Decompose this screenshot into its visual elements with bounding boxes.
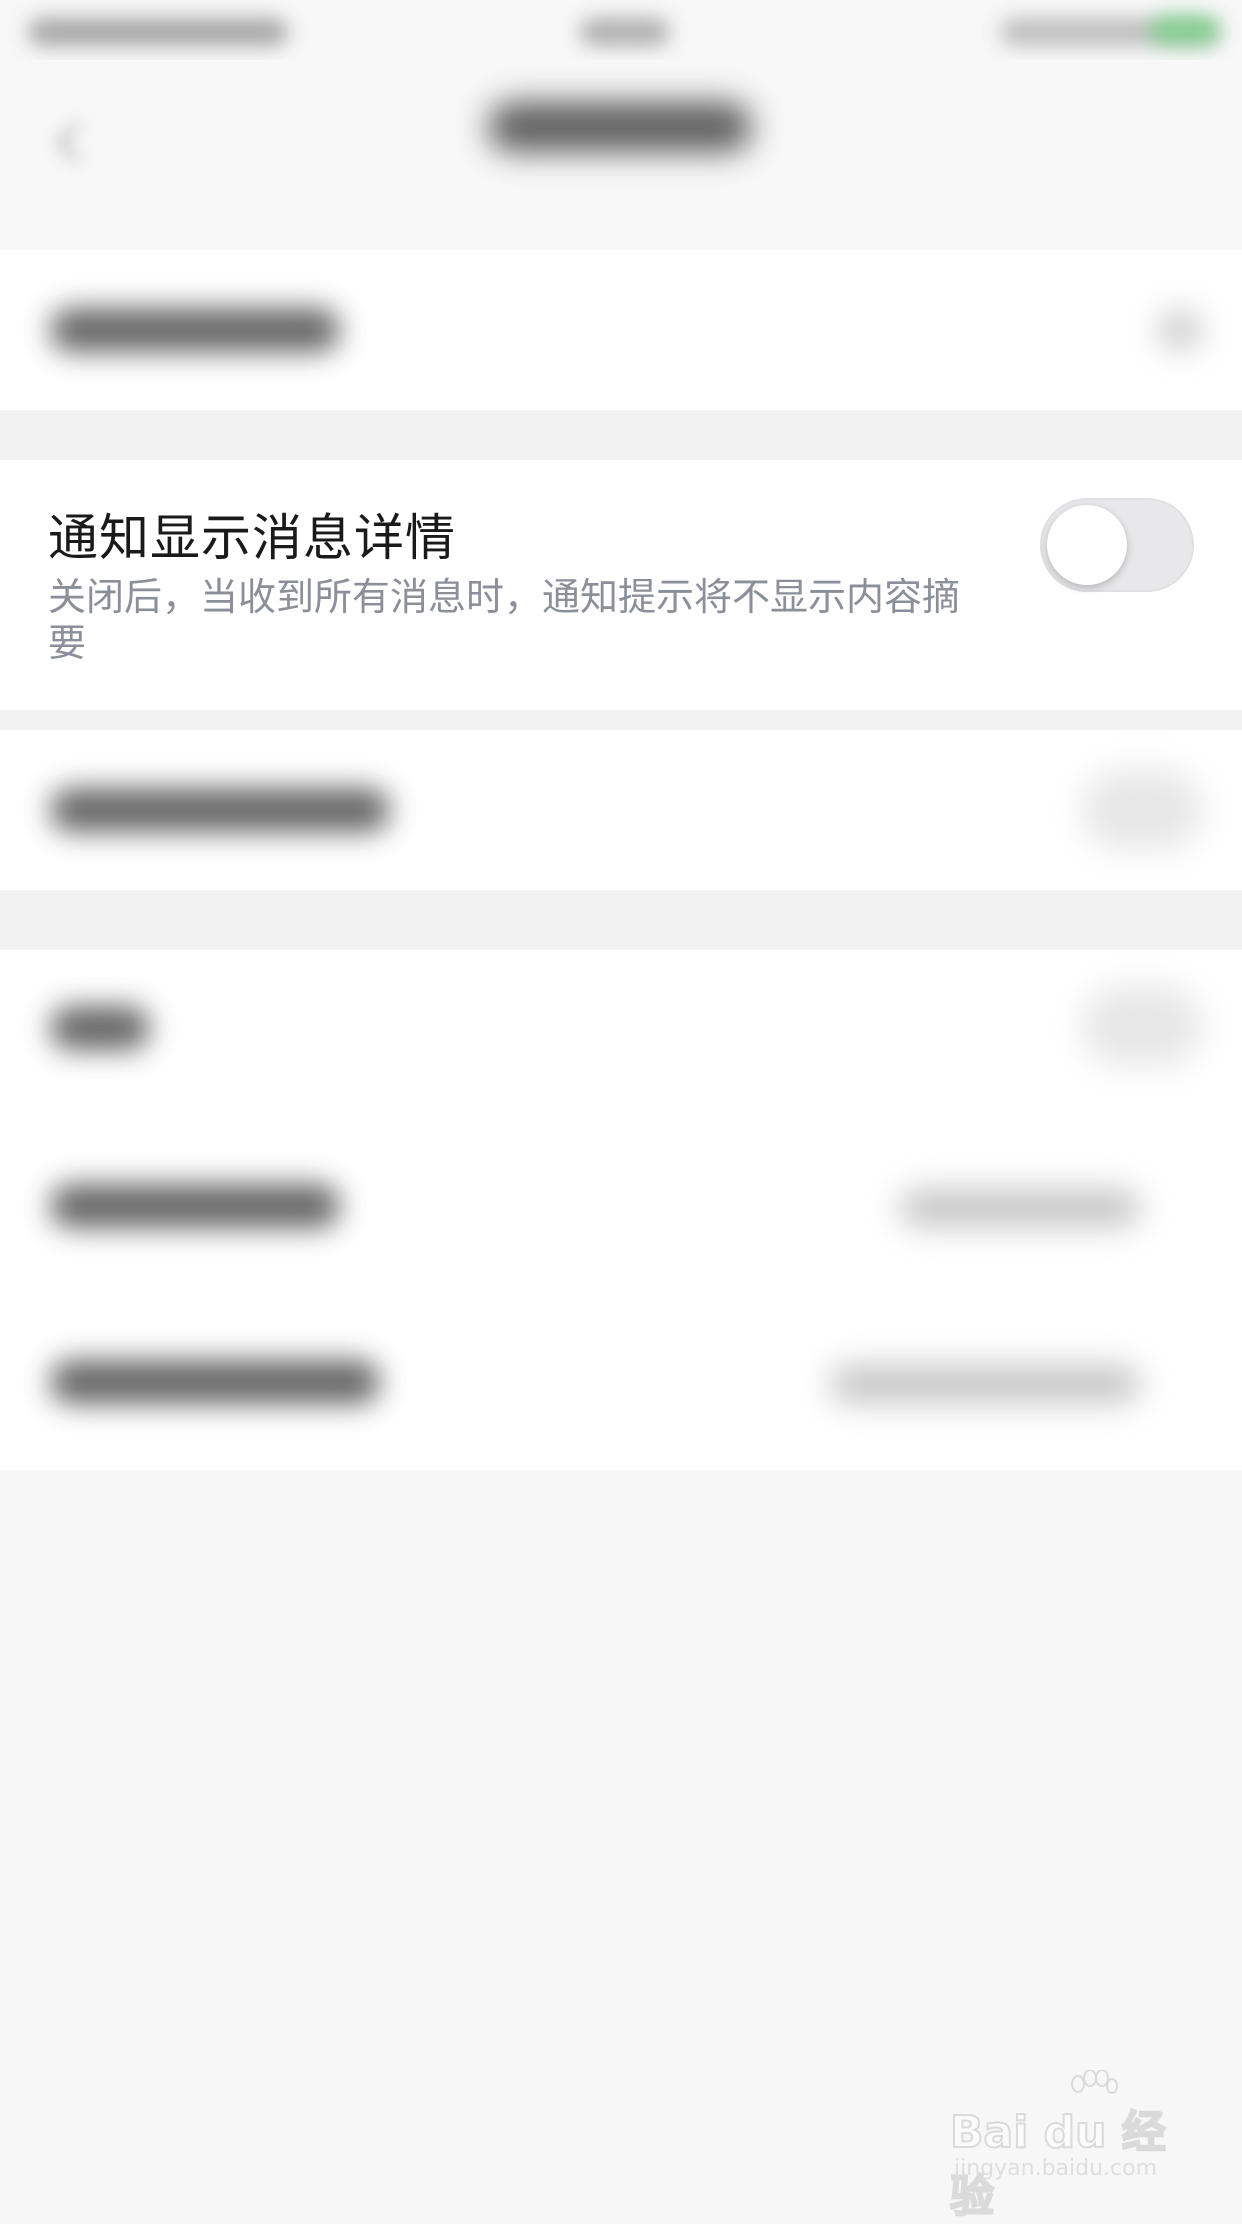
settings-row-1-chevron-icon xyxy=(1160,312,1200,348)
section-gap xyxy=(0,410,1242,460)
back-arrow-icon[interactable] xyxy=(50,108,90,178)
section-gap xyxy=(0,710,1242,730)
settings-row-5-label xyxy=(50,1360,380,1404)
baidu-jingyan-watermark: Bai du 经验 jingyan.baidu.com xyxy=(949,2070,1190,2223)
settings-row-4[interactable] xyxy=(0,1110,1242,1300)
settings-row-1-label xyxy=(50,308,340,352)
notification-detail-row: 通知显示消息详情 关闭后，当收到所有消息时，通知提示将不显示内容摘要 xyxy=(0,460,1242,710)
settings-row-4-value xyxy=(900,1190,1140,1226)
settings-row-3[interactable] xyxy=(0,950,1242,1110)
watermark-url: jingyan.baidu.com xyxy=(954,2156,1158,2181)
toggle-knob xyxy=(1047,505,1127,585)
notification-detail-toggle[interactable] xyxy=(1040,498,1194,592)
settings-row-4-label xyxy=(50,1184,340,1228)
notification-detail-title: 通知显示消息详情 xyxy=(48,509,456,567)
settings-row-2-toggle[interactable] xyxy=(1082,770,1202,850)
clock xyxy=(580,18,670,46)
settings-row-3-label xyxy=(50,1006,150,1050)
status-bar xyxy=(0,0,1242,60)
page-title xyxy=(488,102,752,152)
settings-row-2[interactable] xyxy=(0,730,1242,890)
settings-row-5-value xyxy=(830,1366,1140,1402)
settings-row-1[interactable] xyxy=(0,250,1242,410)
settings-row-5[interactable] xyxy=(0,1300,1242,1470)
section-gap xyxy=(0,890,1242,950)
navigation-bar xyxy=(0,60,1242,250)
settings-row-3-toggle[interactable] xyxy=(1082,986,1202,1066)
battery-level-icon xyxy=(1150,16,1220,44)
notification-detail-description: 关闭后，当收到所有消息时，通知提示将不显示内容摘要 xyxy=(48,575,961,665)
settings-row-2-label xyxy=(50,788,390,832)
carrier-indicator xyxy=(28,18,288,46)
